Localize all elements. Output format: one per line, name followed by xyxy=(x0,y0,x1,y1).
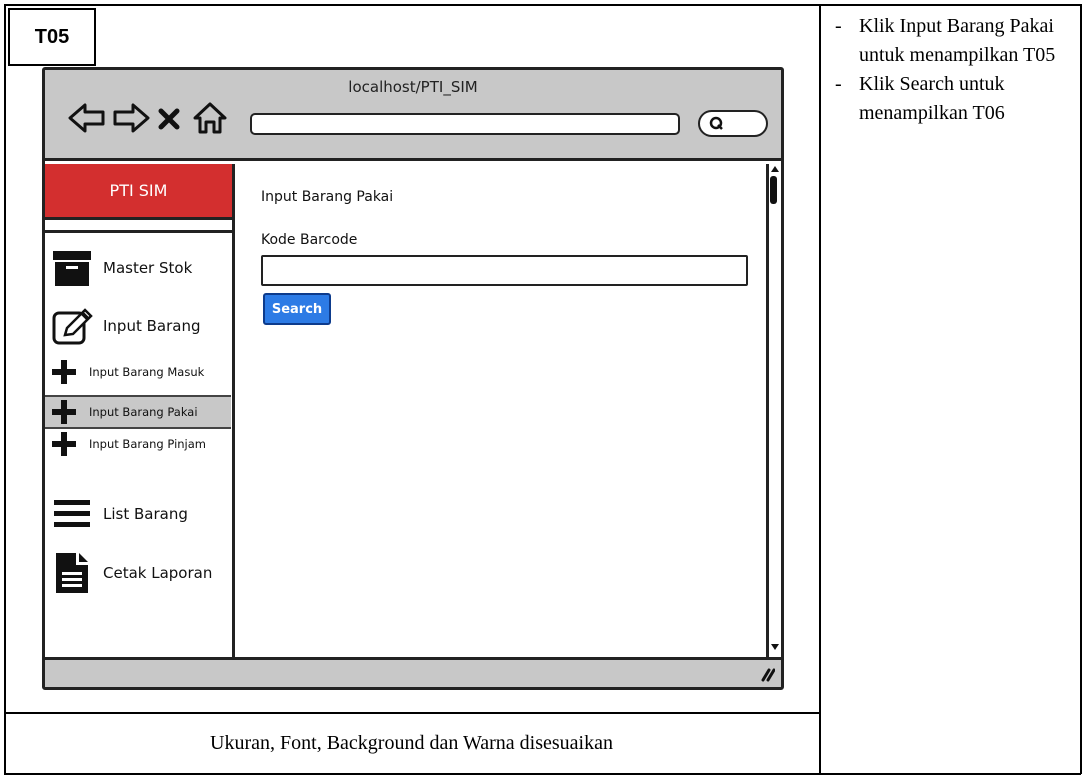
scroll-down-icon[interactable] xyxy=(770,642,780,652)
sidebar-item-label: Cetak Laporan xyxy=(103,564,213,582)
hamburger-list-icon xyxy=(54,500,90,527)
scroll-thumb[interactable] xyxy=(770,176,777,204)
browser-search-field[interactable] xyxy=(698,110,768,137)
note-item: - Klik Search untuk menampilkan T06 xyxy=(835,73,1005,124)
browser-window: localhost/PTI_SIM PTI SIM Master Stok In… xyxy=(42,67,784,690)
plus-icon xyxy=(52,432,76,456)
brand-header[interactable]: PTI SIM xyxy=(45,164,232,220)
sidebar-item-input-barang[interactable]: Input Barang xyxy=(45,297,231,355)
status-bar xyxy=(45,657,781,687)
plus-icon xyxy=(52,400,76,424)
note-text: Klik Input Barang Pakai untuk menampilka… xyxy=(859,15,1056,66)
screen-code-label: T05 xyxy=(8,8,96,66)
forward-arrow-icon[interactable] xyxy=(111,100,151,136)
browser-toolbar: localhost/PTI_SIM xyxy=(45,70,781,161)
sidebar-item-master-stok[interactable]: Master Stok xyxy=(45,237,231,299)
sidebar-menu: Master Stok Input Barang Input Barang Ma… xyxy=(45,230,233,657)
caption: Ukuran, Font, Background dan Warna dises… xyxy=(210,731,613,754)
archive-box-icon xyxy=(53,251,91,286)
browser-title: localhost/PTI_SIM xyxy=(348,78,478,96)
edit-pencil-icon xyxy=(52,308,93,345)
instruction-notes: - Klik Input Barang Pakai untuk menampilk… xyxy=(835,12,1080,128)
sidebar-item-label: Master Stok xyxy=(103,259,193,277)
search-icon xyxy=(709,116,723,130)
sidebar-item-cetak-laporan[interactable]: Cetak Laporan xyxy=(45,543,231,603)
barcode-label: Kode Barcode xyxy=(261,232,358,248)
sidebar-item-label: List Barang xyxy=(103,505,188,523)
sidebar-item-input-barang-pakai[interactable]: Input Barang Pakai xyxy=(45,395,231,429)
sidebar-item-input-barang-masuk[interactable]: Input Barang Masuk xyxy=(45,355,231,389)
sidebar: PTI SIM Master Stok Input Barang Input B… xyxy=(45,164,235,657)
sidebar-item-input-barang-pinjam[interactable]: Input Barang Pinjam xyxy=(45,427,231,461)
scroll-up-icon[interactable] xyxy=(770,164,780,174)
sidebar-item-label: Input Barang xyxy=(103,317,201,335)
resize-grip-icon[interactable] xyxy=(757,666,775,682)
sidebar-item-list-barang[interactable]: List Barang xyxy=(45,485,231,543)
back-arrow-icon[interactable] xyxy=(67,100,107,136)
sidebar-item-label: Input Barang Pinjam xyxy=(89,437,206,451)
sidebar-item-label: Input Barang Pakai xyxy=(89,405,198,419)
note-text: Klik Search untuk menampilkan T06 xyxy=(859,73,1005,124)
address-bar[interactable] xyxy=(250,113,680,135)
note-item: - Klik Input Barang Pakai untuk menampilk… xyxy=(835,15,1056,66)
sidebar-item-label: Input Barang Masuk xyxy=(89,365,205,379)
search-button[interactable]: Search xyxy=(263,293,331,325)
close-icon[interactable] xyxy=(157,107,181,131)
vertical-scrollbar[interactable] xyxy=(766,164,781,657)
plus-icon xyxy=(52,360,76,384)
page-title: Input Barang Pakai xyxy=(261,189,394,205)
barcode-input[interactable] xyxy=(261,255,748,286)
document-icon xyxy=(56,553,88,593)
home-icon[interactable] xyxy=(190,100,230,136)
main-content: Input Barang Pakai Kode Barcode Search xyxy=(238,164,766,657)
